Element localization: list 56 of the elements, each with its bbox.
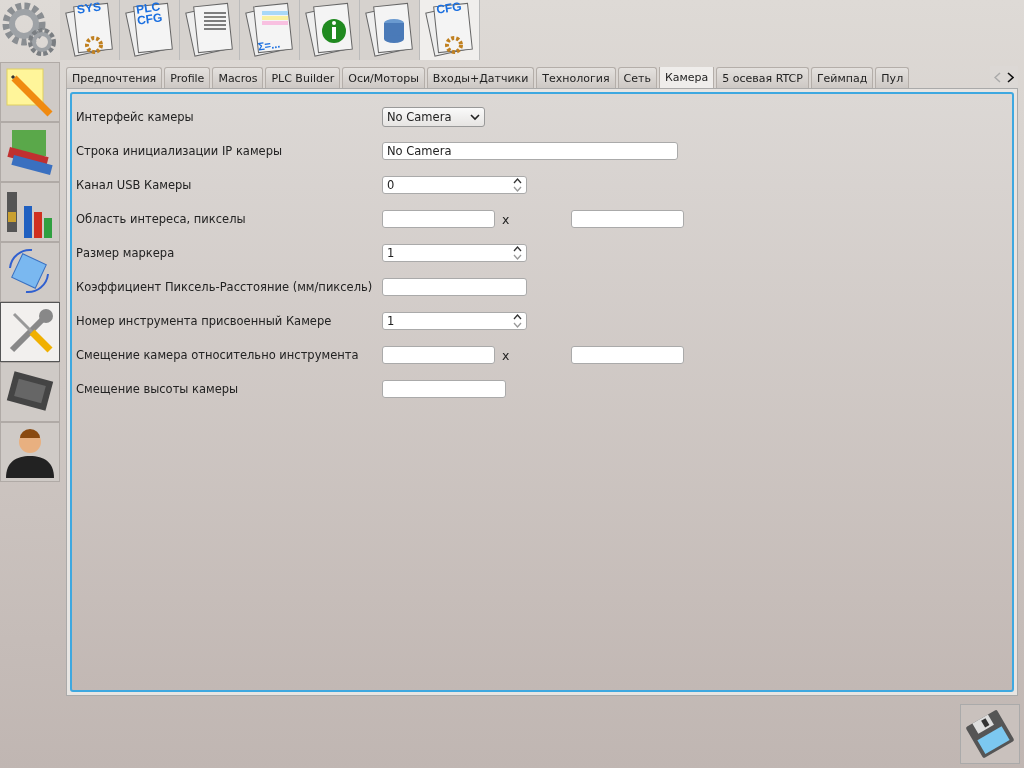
sidebar-item[interactable] xyxy=(0,182,60,242)
tab[interactable]: 5 осевая RTCP xyxy=(716,67,809,88)
input-field[interactable] xyxy=(382,346,495,364)
input-field[interactable] xyxy=(571,346,684,364)
icon-label: CFG xyxy=(434,0,464,17)
input-field[interactable] xyxy=(382,210,495,228)
sidebar-item[interactable] xyxy=(0,302,60,362)
field-label: Канал USB Камеры xyxy=(76,177,193,193)
tab[interactable]: Оси/Моторы xyxy=(342,67,425,88)
spin-box[interactable]: 1 xyxy=(382,312,527,330)
up-down-arrows-icon xyxy=(513,246,522,260)
tab[interactable]: Камера xyxy=(658,67,715,88)
toolbar-button[interactable]: Σ=... xyxy=(240,0,300,60)
dropdown[interactable]: No Camera xyxy=(382,107,485,127)
tab[interactable]: Технология xyxy=(536,67,616,88)
tab[interactable]: Геймпад xyxy=(810,67,874,88)
chevron-right-icon[interactable] xyxy=(1007,71,1014,83)
toolbar-button[interactable] xyxy=(360,0,420,60)
tab[interactable]: Сеть xyxy=(617,67,657,88)
spin-box[interactable]: 1 xyxy=(382,244,527,262)
input-field[interactable] xyxy=(571,210,684,228)
toolbar-button[interactable] xyxy=(180,0,240,60)
up-down-arrows-icon xyxy=(513,178,522,192)
tab[interactable]: Profile xyxy=(164,67,211,88)
icon-label: PLC CFG xyxy=(134,1,165,27)
field-label: Смещение высоты камеры xyxy=(76,381,240,397)
tab[interactable]: Macros xyxy=(212,67,264,88)
field-label: Строка инициализации IP камеры xyxy=(76,143,284,159)
spin-box[interactable]: 0 xyxy=(382,176,527,194)
toolbar-button[interactable]: CFG xyxy=(420,0,480,60)
tab[interactable]: Предпочтения xyxy=(66,67,163,88)
separator-label: x xyxy=(501,347,511,363)
chevron-down-icon xyxy=(470,113,480,121)
toolbar-button[interactable]: PLC CFG xyxy=(120,0,180,60)
tab[interactable]: Входы+Датчики xyxy=(426,67,535,88)
icon-label: Σ=... xyxy=(256,37,282,54)
tab[interactable]: Пул xyxy=(875,67,910,88)
field-label: Коэффициент Пиксель-Расстояние (мм/пиксель) xyxy=(76,279,374,295)
tab[interactable]: PLC Builder xyxy=(265,67,341,88)
toolbar-button[interactable] xyxy=(300,0,360,60)
field-label: Размер маркера xyxy=(76,245,176,261)
input-field[interactable] xyxy=(382,380,506,398)
up-down-arrows-icon xyxy=(513,314,522,328)
sidebar-item[interactable] xyxy=(0,362,60,422)
save-button[interactable] xyxy=(960,704,1020,764)
input-field[interactable]: No Camera xyxy=(382,142,678,160)
icon-label: SYS xyxy=(75,0,103,17)
field-label: Область интереса, пикселы xyxy=(76,211,247,227)
sidebar-item[interactable] xyxy=(0,422,60,482)
gears-icon xyxy=(2,2,58,58)
separator-label: x xyxy=(501,211,511,227)
field-label: Номер инструмента присвоенный Камере xyxy=(76,313,333,329)
field-label: Интерфейс камеры xyxy=(76,109,195,125)
field-label: Смещение камера относительно инструмента xyxy=(76,347,360,363)
toolbar-button[interactable]: SYS xyxy=(60,0,120,60)
input-field[interactable] xyxy=(382,278,527,296)
